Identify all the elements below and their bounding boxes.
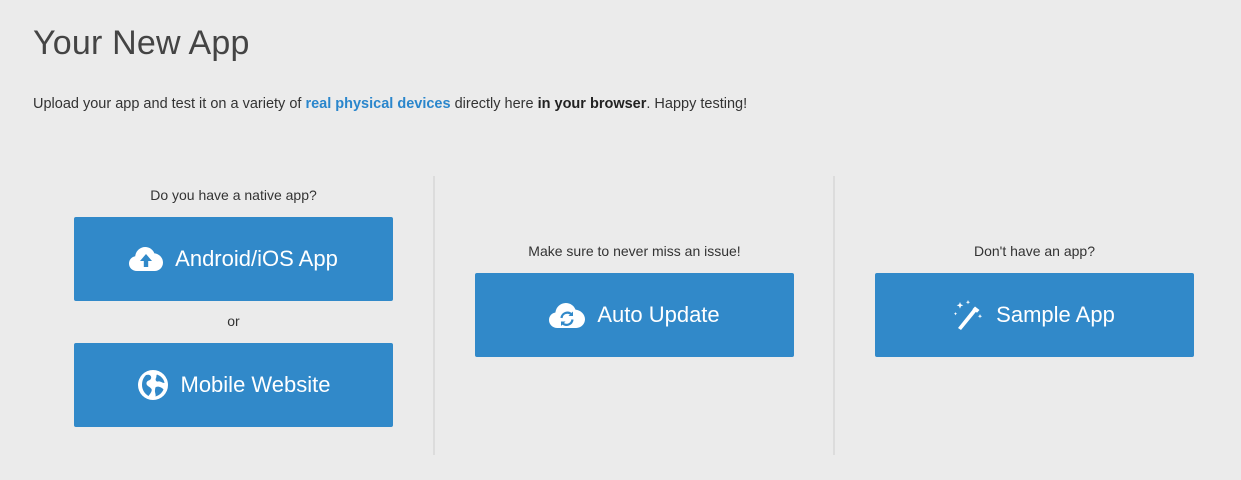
native-app-caption: Do you have a native app? [150, 187, 317, 203]
or-separator: or [227, 313, 240, 329]
sample-app-caption: Don't have an app? [974, 243, 1095, 259]
intro-text-end: . Happy testing! [646, 96, 748, 112]
magic-wand-icon [954, 299, 984, 331]
intro-text-middle: directly here [450, 96, 538, 112]
auto-update-button[interactable]: Auto Update [475, 273, 794, 357]
intro-text-bold: in your browser [537, 96, 647, 112]
mobile-website-button[interactable]: Mobile Website [74, 343, 393, 427]
intro-text: Upload your app and test it on a variety… [33, 96, 747, 112]
auto-update-caption: Make sure to never miss an issue! [528, 243, 741, 259]
cloud-upload-icon [129, 246, 164, 272]
sample-app-button[interactable]: Sample App [875, 273, 1194, 357]
android-ios-app-button[interactable]: Android/iOS App [74, 217, 393, 301]
column-divider-left [433, 176, 435, 455]
real-physical-devices-link[interactable]: real physical devices [305, 96, 450, 112]
page-title: Your New App [33, 24, 250, 62]
mobile-website-label: Mobile Website [180, 372, 331, 397]
android-ios-app-label: Android/iOS App [175, 246, 338, 271]
sample-app-label: Sample App [996, 302, 1115, 327]
intro-text-start: Upload your app and test it on a variety… [33, 96, 306, 112]
cloud-refresh-icon [549, 302, 586, 329]
column-divider-right [833, 176, 835, 455]
auto-update-label: Auto Update [597, 302, 720, 327]
globe-icon [137, 369, 169, 401]
